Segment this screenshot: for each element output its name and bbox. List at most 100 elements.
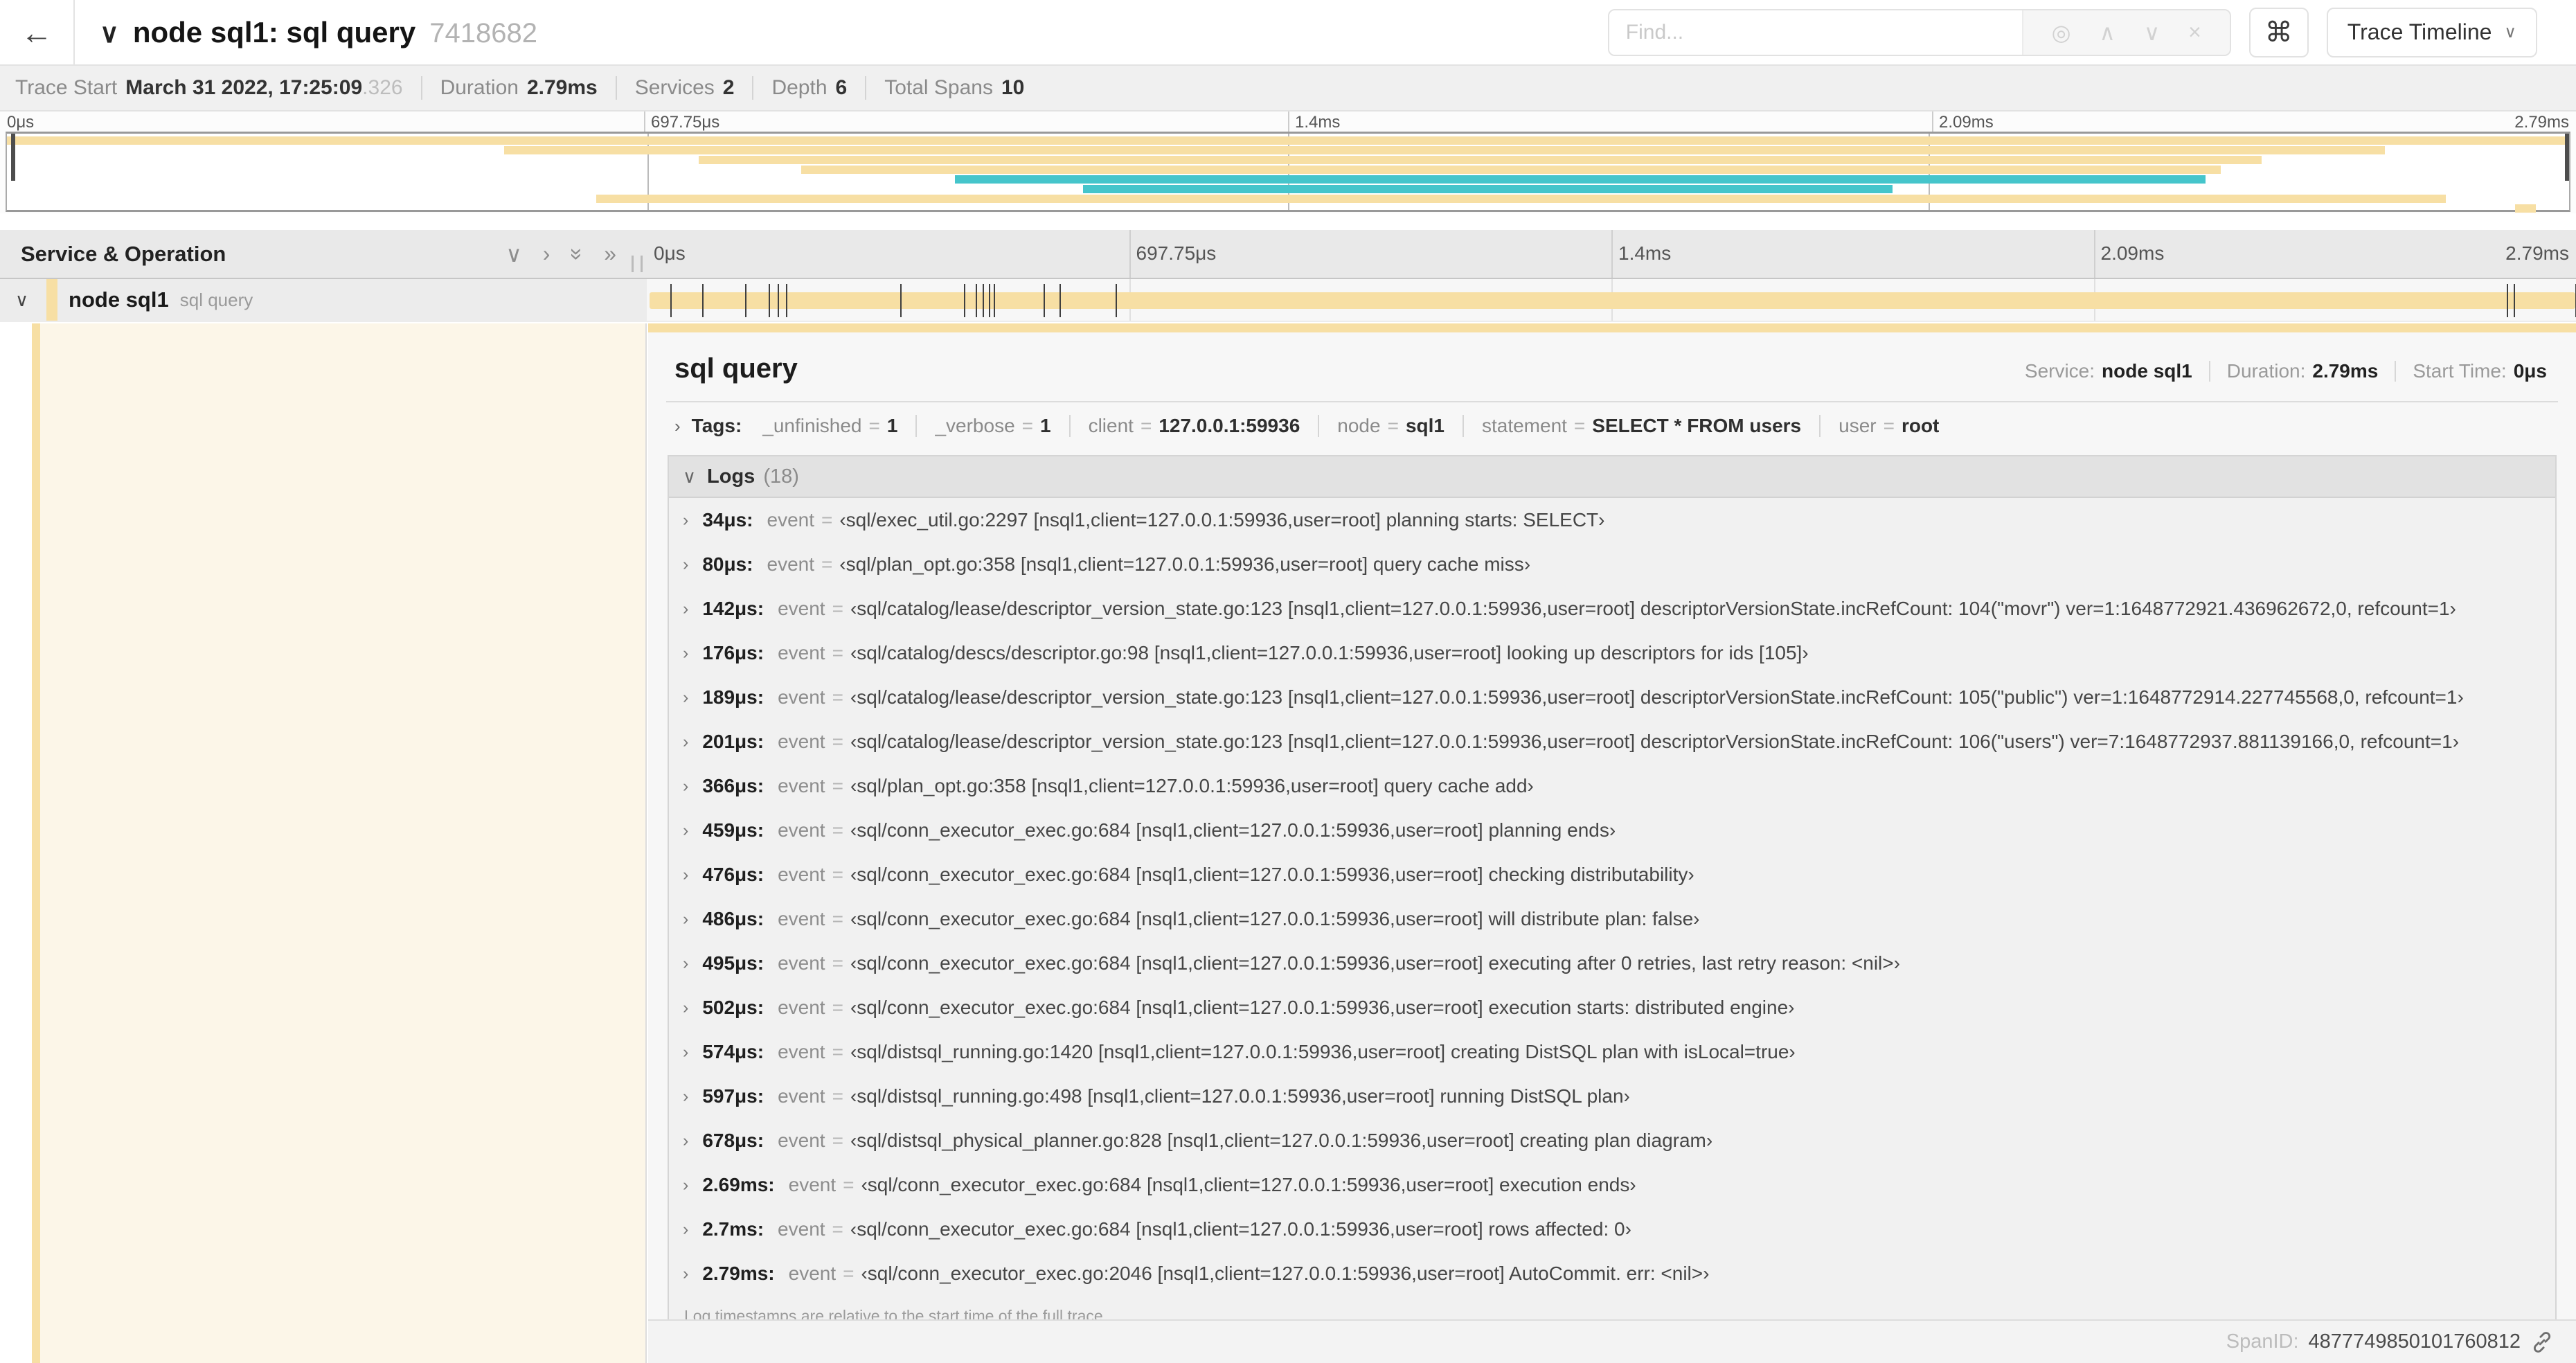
log-entry[interactable]: › 201μs: event = ‹sql/catalog/lease/descript… — [669, 720, 2555, 764]
log-marker-tick — [976, 284, 978, 317]
logs-note: Log timestamps are relative to the start… — [684, 1307, 1108, 1319]
log-marker-tick — [989, 284, 991, 317]
tags-label: Tags: — [691, 415, 742, 436]
log-equals: = — [843, 1263, 855, 1284]
log-entry[interactable]: › 2.79ms: event = ‹sql/conn_executor_exec.go… — [669, 1251, 2555, 1296]
log-value: ‹sql/exec_util.go:2297 [nsql1,client=127… — [839, 509, 1605, 531]
ruler-gridline — [1129, 230, 1131, 278]
expand-one-icon[interactable]: › — [543, 241, 551, 267]
link-icon[interactable] — [2530, 1330, 2554, 1354]
services-label: Services — [634, 76, 715, 99]
log-expand-icon[interactable]: › — [683, 732, 688, 752]
collapse-trace-icon[interactable]: ∨ — [100, 18, 119, 49]
log-marker-tick — [994, 284, 996, 317]
log-entry[interactable]: › 80μs: event = ‹sql/plan_opt.go:358 [nsql1,… — [669, 542, 2555, 587]
log-entry[interactable]: › 2.69ms: event = ‹sql/conn_executor_exec.go… — [669, 1163, 2555, 1207]
log-field-name: event — [778, 598, 825, 619]
log-marker-tick — [768, 284, 770, 317]
logs-header[interactable]: ∨ Logs (18) — [669, 456, 2555, 498]
expand-all-icon[interactable]: » — [604, 241, 616, 267]
log-value: ‹sql/conn_executor_exec.go:684 [nsql1,cl… — [850, 997, 1795, 1018]
tags-accordion[interactable]: › Tags: _unfinished = 1 _verbose = 1 client = 12… — [648, 402, 2576, 447]
log-expand-icon[interactable]: › — [683, 599, 688, 619]
span-color-chip — [46, 279, 58, 321]
duration-label: Duration — [440, 76, 519, 99]
detail-meta: Service: node sql1 Duration: 2.79ms Star… — [2025, 360, 2547, 382]
log-entry[interactable]: › 486μs: event = ‹sql/conn_executor_exec.go:… — [669, 897, 2555, 941]
log-timestamp: 459μs: — [702, 819, 764, 841]
log-entry[interactable]: › 34μs: event = ‹sql/exec_util.go:2297 [nsql… — [669, 498, 2555, 542]
total-spans-value: 10 — [1001, 76, 1025, 99]
tag-equals: = — [1140, 415, 1152, 436]
log-expand-icon[interactable]: › — [683, 688, 688, 708]
prev-match-icon[interactable]: ∧ — [2100, 19, 2116, 46]
find-input[interactable] — [1609, 10, 2022, 55]
log-expand-icon[interactable]: › — [683, 1131, 688, 1151]
chevron-down-icon: ∨ — [2504, 23, 2516, 42]
log-field-name: event — [788, 1174, 837, 1195]
next-match-icon[interactable]: ∨ — [2144, 19, 2160, 46]
log-value: ‹sql/catalog/lease/descriptor_version_st… — [850, 686, 2464, 708]
minimap-left-scrubber[interactable] — [11, 134, 15, 181]
log-field-name: event — [767, 553, 815, 575]
ruler-tick-label: 1.4ms — [1618, 242, 1672, 264]
trace-start-ms: .326 — [362, 76, 403, 99]
log-expand-icon[interactable]: › — [683, 954, 688, 974]
log-expand-icon[interactable]: › — [683, 998, 688, 1018]
tag-value: 1 — [886, 415, 898, 436]
log-expand-icon[interactable]: › — [683, 1220, 688, 1240]
log-entry[interactable]: › 142μs: event = ‹sql/catalog/lease/descript… — [669, 587, 2555, 631]
logs-collapse-icon[interactable]: ∨ — [683, 466, 696, 488]
log-expand-icon[interactable]: › — [683, 510, 688, 531]
log-expand-icon[interactable]: › — [683, 1087, 688, 1107]
trace-view-selector[interactable]: Trace Timeline ∨ — [2326, 7, 2537, 57]
log-marker-tick — [701, 284, 704, 317]
log-entry[interactable]: › 366μs: event = ‹sql/plan_opt.go:358 [nsql1… — [669, 764, 2555, 808]
log-entry[interactable]: › 476μs: event = ‹sql/conn_executor_exec.go:… — [669, 853, 2555, 897]
log-expand-icon[interactable]: › — [683, 865, 688, 885]
detail-name-column — [0, 323, 647, 1363]
minimap-right-scrubber[interactable] — [2565, 134, 2569, 181]
log-expand-icon[interactable]: › — [683, 555, 688, 575]
log-entry[interactable]: › 502μs: event = ‹sql/conn_executor_exec.go:… — [669, 986, 2555, 1030]
column-resize-handle[interactable] — [632, 256, 643, 272]
collapse-one-icon[interactable]: ∨ — [506, 241, 521, 267]
log-expand-icon[interactable]: › — [683, 909, 688, 929]
log-expand-icon[interactable]: › — [683, 1042, 688, 1062]
back-button[interactable]: ← — [0, 0, 75, 64]
log-field-name: event — [778, 1041, 825, 1062]
log-entry[interactable]: › 176μs: event = ‹sql/catalog/descs/descript… — [669, 631, 2555, 675]
log-equals: = — [832, 1130, 843, 1151]
log-entry[interactable]: › 678μs: event = ‹sql/distsql_physical_plann… — [669, 1119, 2555, 1163]
span-row-name-cell[interactable]: ∨ node sql1 sql query — [0, 279, 647, 321]
keyboard-shortcuts-button[interactable]: ⌘ — [2248, 7, 2309, 57]
log-entry[interactable]: › 597μs: event = ‹sql/distsql_running.go:498… — [669, 1074, 2555, 1119]
ruler-tick-label: 697.75μs — [1136, 242, 1217, 264]
tags-expand-icon[interactable]: › — [674, 416, 681, 437]
logs-accordion: ∨ Logs (18) › 34μs: event = ‹sql/exec_util.g… — [668, 455, 2557, 1319]
log-timestamp: 176μs: — [702, 642, 764, 663]
collapse-all-icon[interactable]: » — [564, 248, 590, 260]
log-entry[interactable]: › 459μs: event = ‹sql/conn_executor_exec.go:… — [669, 808, 2555, 853]
tag-separator — [1462, 415, 1464, 437]
span-collapse-icon[interactable]: ∨ — [15, 289, 28, 311]
log-expand-icon[interactable]: › — [683, 1175, 688, 1195]
tag-value: 127.0.0.1:59936 — [1159, 415, 1300, 436]
log-entry[interactable]: › 2.7ms: event = ‹sql/conn_executor_exec.go:… — [669, 1207, 2555, 1251]
log-expand-icon[interactable]: › — [683, 776, 688, 796]
span-duration-bar[interactable] — [650, 292, 2575, 309]
minimap-canvas[interactable] — [6, 132, 2570, 213]
clear-search-icon[interactable]: × — [2188, 19, 2201, 45]
log-expand-icon[interactable]: › — [683, 643, 688, 663]
log-entry[interactable]: › 495μs: event = ‹sql/conn_executor_exec.go:… — [669, 941, 2555, 986]
locate-icon[interactable]: ◎ — [2052, 19, 2071, 46]
log-expand-icon[interactable]: › — [683, 1264, 688, 1284]
depth-label: Depth — [771, 76, 828, 99]
tag-equals: = — [1387, 415, 1399, 436]
span-timeline-band[interactable] — [647, 279, 2576, 321]
log-expand-icon[interactable]: › — [683, 821, 688, 841]
find-actions: ◎ ∧ ∨ × — [2021, 10, 2230, 55]
log-value: ‹sql/conn_executor_exec.go:684 [nsql1,cl… — [850, 908, 1700, 929]
log-entry[interactable]: › 189μs: event = ‹sql/catalog/lease/descript… — [669, 675, 2555, 720]
log-entry[interactable]: › 574μs: event = ‹sql/distsql_running.go:142… — [669, 1030, 2555, 1074]
